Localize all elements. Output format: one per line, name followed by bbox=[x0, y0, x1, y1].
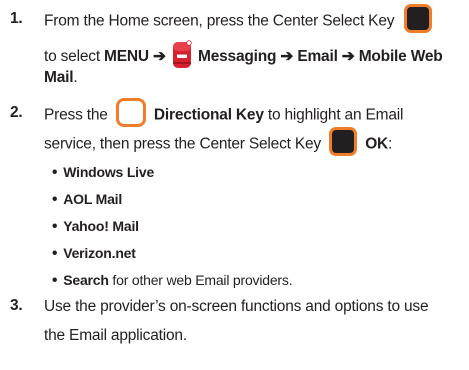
step-text: From the Home screen, press the Center S… bbox=[44, 12, 395, 30]
list-item: • Yahoo! Mail bbox=[52, 216, 139, 237]
step-text: to highlight an Email bbox=[267, 106, 404, 124]
center-select-key-icon bbox=[329, 127, 358, 156]
email-label: Email bbox=[297, 48, 338, 66]
bullet-bold: Windows Live bbox=[63, 164, 155, 180]
mobile-web-label: Mobile Web bbox=[358, 48, 443, 66]
ok-label: OK bbox=[365, 135, 389, 153]
step-text: Press the bbox=[44, 106, 108, 124]
list-item: • Windows Live bbox=[52, 162, 154, 183]
step-1-line-1: From the Home screen, press the Center S… bbox=[44, 4, 433, 33]
bullet-text: for other web Email providers. bbox=[108, 272, 293, 288]
step-text: to select bbox=[44, 48, 105, 66]
arrow: ➔ bbox=[341, 48, 355, 66]
bullet-icon: • bbox=[52, 245, 58, 262]
menu-label: MENU bbox=[104, 48, 149, 66]
step-3-line-2: the Email application. bbox=[44, 326, 187, 346]
step-number: 1. bbox=[10, 10, 23, 27]
mailbox-icon bbox=[170, 39, 194, 75]
step-number: 3. bbox=[10, 297, 23, 314]
bullet-icon: • bbox=[52, 164, 58, 181]
list-item: • Verizon.net bbox=[52, 243, 136, 264]
bullet-bold: Yahoo! Mail bbox=[63, 218, 139, 234]
arrow: ➔ bbox=[152, 48, 166, 66]
list-item: • Search for other web Email providers. bbox=[52, 270, 293, 291]
step-1-line-2: to select MENU ➔ Messaging ➔ Email ➔ Mob… bbox=[44, 39, 443, 75]
bullet-icon: • bbox=[52, 191, 58, 208]
mail-label: Mail bbox=[44, 69, 74, 86]
step-1-line-3: Mail. bbox=[44, 68, 78, 88]
bullet-bold: AOL Mail bbox=[63, 191, 123, 207]
step-text: Use the provider’s on-screen functions a… bbox=[44, 298, 429, 315]
list-item: • AOL Mail bbox=[52, 189, 122, 210]
step-2-line-1: Press the Directional Key to highlight a… bbox=[44, 98, 404, 127]
directional-key-icon bbox=[115, 98, 146, 127]
colon: : bbox=[388, 135, 393, 153]
step-text: service, then press the Center Select Ke… bbox=[44, 135, 321, 153]
bullet-bold: Verizon.net bbox=[63, 245, 136, 261]
bullet-icon: • bbox=[52, 218, 58, 235]
step-number: 2. bbox=[10, 104, 23, 121]
center-select-key-icon bbox=[404, 4, 433, 33]
directional-key-label: Directional Key bbox=[153, 106, 264, 124]
step-text: the Email application. bbox=[44, 327, 187, 344]
period: . bbox=[73, 69, 78, 86]
bullet-icon: • bbox=[52, 272, 58, 289]
arrow: ➔ bbox=[280, 48, 294, 66]
step-2-line-2: service, then press the Center Select Ke… bbox=[44, 127, 393, 156]
bullet-bold: Search bbox=[63, 272, 109, 288]
messaging-label: Messaging bbox=[198, 48, 277, 66]
step-3-line-1: Use the provider’s on-screen functions a… bbox=[44, 297, 429, 317]
